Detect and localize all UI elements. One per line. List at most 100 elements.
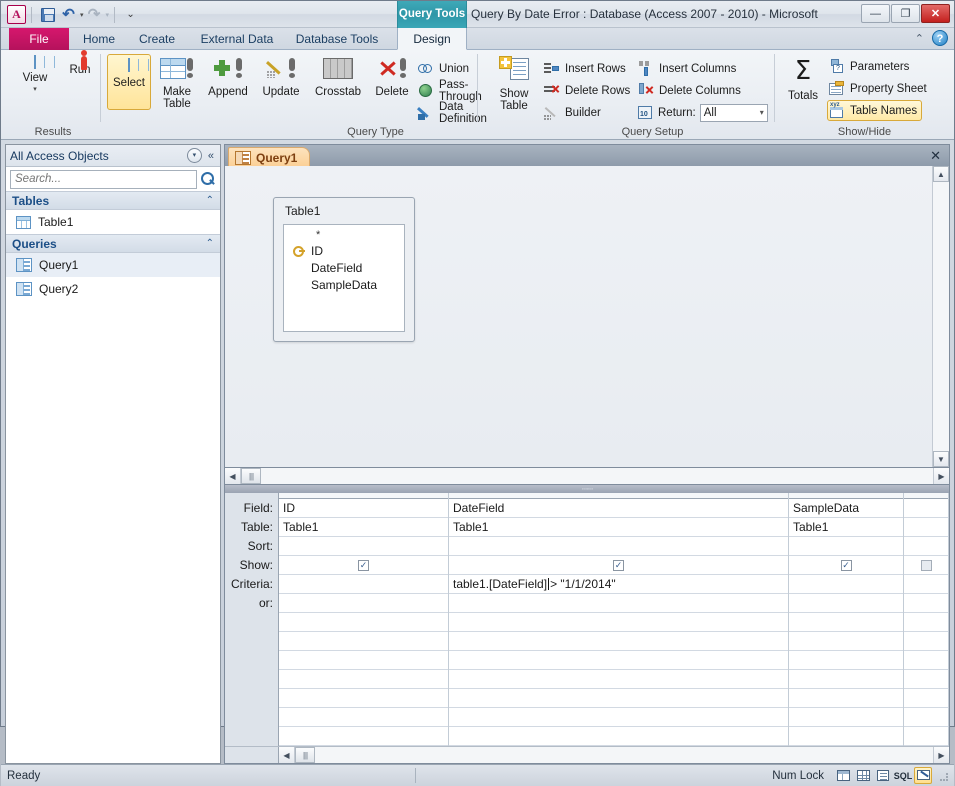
make-table-button[interactable]: Make Table: [155, 58, 199, 110]
cell-criteria-1[interactable]: [279, 575, 449, 594]
sidebar-item-query2[interactable]: Query2: [6, 277, 220, 301]
grid-scroll-track[interactable]: [315, 747, 933, 763]
datasheet-view-button[interactable]: [834, 767, 852, 784]
field-item-sampledata[interactable]: SampleData: [284, 276, 404, 293]
close-document-icon[interactable]: ✕: [930, 148, 941, 164]
design-horizontal-scrollbar[interactable]: ◀ |||| ▶: [224, 468, 950, 485]
design-vertical-scrollbar[interactable]: ▲ ▼: [932, 166, 949, 467]
redo-dropdown-caret-icon[interactable]: ▾: [106, 11, 110, 19]
grid-scroll-left-button[interactable]: ◀: [279, 747, 295, 763]
cell-blank[interactable]: [904, 727, 949, 746]
cell-blank[interactable]: [789, 632, 904, 651]
cell-or-2[interactable]: [449, 594, 789, 613]
builder-button[interactable]: Builder: [544, 102, 601, 123]
append-query-button[interactable]: Append: [203, 58, 253, 98]
cell-table-2[interactable]: Table1: [449, 518, 789, 537]
cell-blank[interactable]: [449, 613, 789, 632]
cell-blank[interactable]: [279, 613, 449, 632]
field-item-id[interactable]: ID: [284, 242, 404, 259]
navigation-pane-header[interactable]: All Access Objects ▾ «: [6, 145, 220, 167]
tab-database-tools[interactable]: Database Tools: [289, 28, 385, 50]
select-query-button[interactable]: Select: [107, 54, 151, 110]
tab-create[interactable]: Create: [133, 28, 181, 50]
cell-blank[interactable]: [904, 689, 949, 708]
show-checkbox[interactable]: [920, 560, 932, 571]
run-button[interactable]: Run: [62, 56, 98, 76]
scroll-left-button[interactable]: ◀: [225, 468, 241, 484]
insert-rows-button[interactable]: Insert Rows: [544, 58, 626, 79]
field-item-datefield[interactable]: DateField: [284, 259, 404, 276]
cell-show-3[interactable]: ✓: [789, 556, 904, 575]
cell-blank[interactable]: [449, 670, 789, 689]
close-button[interactable]: ✕: [921, 4, 950, 23]
pass-through-button[interactable]: Pass-Through: [418, 79, 482, 103]
property-sheet-button[interactable]: Property Sheet: [829, 78, 927, 99]
union-button[interactable]: Union: [418, 58, 469, 79]
sidebar-item-table1[interactable]: Table1: [6, 210, 220, 234]
cell-blank[interactable]: [449, 727, 789, 746]
cell-field-3[interactable]: SampleData: [789, 499, 904, 518]
nav-group-queries[interactable]: Queries ⌃: [6, 234, 220, 253]
undo-button[interactable]: ↶: [58, 5, 79, 25]
chevron-up-icon[interactable]: ⌃: [206, 238, 214, 249]
horizontal-scroll-track[interactable]: [261, 468, 933, 484]
chevron-up-icon[interactable]: ⌃: [206, 195, 214, 206]
cell-field-1[interactable]: ID: [279, 499, 449, 518]
return-control[interactable]: 10 Return: All ▾: [638, 102, 768, 123]
help-icon[interactable]: ?: [932, 30, 948, 46]
customize-qat-button[interactable]: ⌄: [120, 5, 141, 25]
pivotchart-view-button[interactable]: [874, 767, 892, 784]
query-design-surface[interactable]: Table1 * ID DateField SampleData: [225, 166, 932, 467]
return-dropdown[interactable]: All ▾: [699, 103, 768, 122]
sql-view-button[interactable]: SQL: [894, 767, 913, 784]
cell-blank[interactable]: [449, 632, 789, 651]
restore-button[interactable]: ❐: [891, 4, 920, 23]
redo-button[interactable]: ↷: [84, 5, 105, 25]
cell-blank[interactable]: [279, 632, 449, 651]
cell-blank[interactable]: [789, 613, 904, 632]
cell-blank[interactable]: [449, 689, 789, 708]
scroll-up-button[interactable]: ▲: [933, 166, 949, 182]
insert-columns-button[interactable]: Insert Columns: [638, 58, 736, 79]
grid-horizontal-scrollbar[interactable]: ◀ |||| ▶: [225, 746, 949, 763]
delete-query-button[interactable]: Delete: [369, 58, 415, 98]
navigation-pane-collapse-icon[interactable]: «: [206, 150, 216, 162]
cell-blank[interactable]: [279, 689, 449, 708]
cell-blank[interactable]: [904, 651, 949, 670]
cell-or-1[interactable]: [279, 594, 449, 613]
cell-blank[interactable]: [904, 632, 949, 651]
delete-columns-button[interactable]: Delete Columns: [638, 80, 741, 101]
show-checkbox[interactable]: ✓: [840, 560, 852, 571]
show-table-button[interactable]: Show Table: [490, 56, 538, 112]
cell-field-4[interactable]: [904, 499, 949, 518]
cell-blank[interactable]: [449, 708, 789, 727]
cell-blank[interactable]: [789, 689, 904, 708]
cell-criteria-4[interactable]: [904, 575, 949, 594]
cell-table-3[interactable]: Table1: [789, 518, 904, 537]
cell-blank[interactable]: [789, 727, 904, 746]
scroll-down-button[interactable]: ▼: [933, 451, 949, 467]
table-names-button[interactable]: xyz Table Names: [827, 100, 923, 121]
parameters-button[interactable]: ? Parameters: [829, 56, 909, 77]
cell-criteria-3[interactable]: [789, 575, 904, 594]
save-button[interactable]: [37, 5, 58, 25]
cell-blank[interactable]: [279, 651, 449, 670]
cell-blank[interactable]: [789, 708, 904, 727]
cell-blank[interactable]: [279, 708, 449, 727]
cell-show-1[interactable]: ✓: [279, 556, 449, 575]
show-checkbox[interactable]: ✓: [358, 560, 369, 571]
scroll-right-button[interactable]: ▶: [933, 468, 949, 484]
minimize-button[interactable]: —: [861, 4, 890, 23]
delete-rows-button[interactable]: Delete Rows: [544, 80, 630, 101]
cell-blank[interactable]: [904, 708, 949, 727]
cell-sort-3[interactable]: [789, 537, 904, 556]
design-view-button[interactable]: [914, 767, 932, 784]
tab-file[interactable]: File: [9, 28, 69, 50]
totals-button[interactable]: Σ Totals: [781, 58, 825, 102]
cell-or-3[interactable]: [789, 594, 904, 613]
cell-blank[interactable]: [789, 670, 904, 689]
field-item-star[interactable]: *: [284, 228, 404, 242]
search-input[interactable]: [10, 169, 197, 189]
cell-table-4[interactable]: [904, 518, 949, 537]
cell-field-2[interactable]: DateField: [449, 499, 789, 518]
